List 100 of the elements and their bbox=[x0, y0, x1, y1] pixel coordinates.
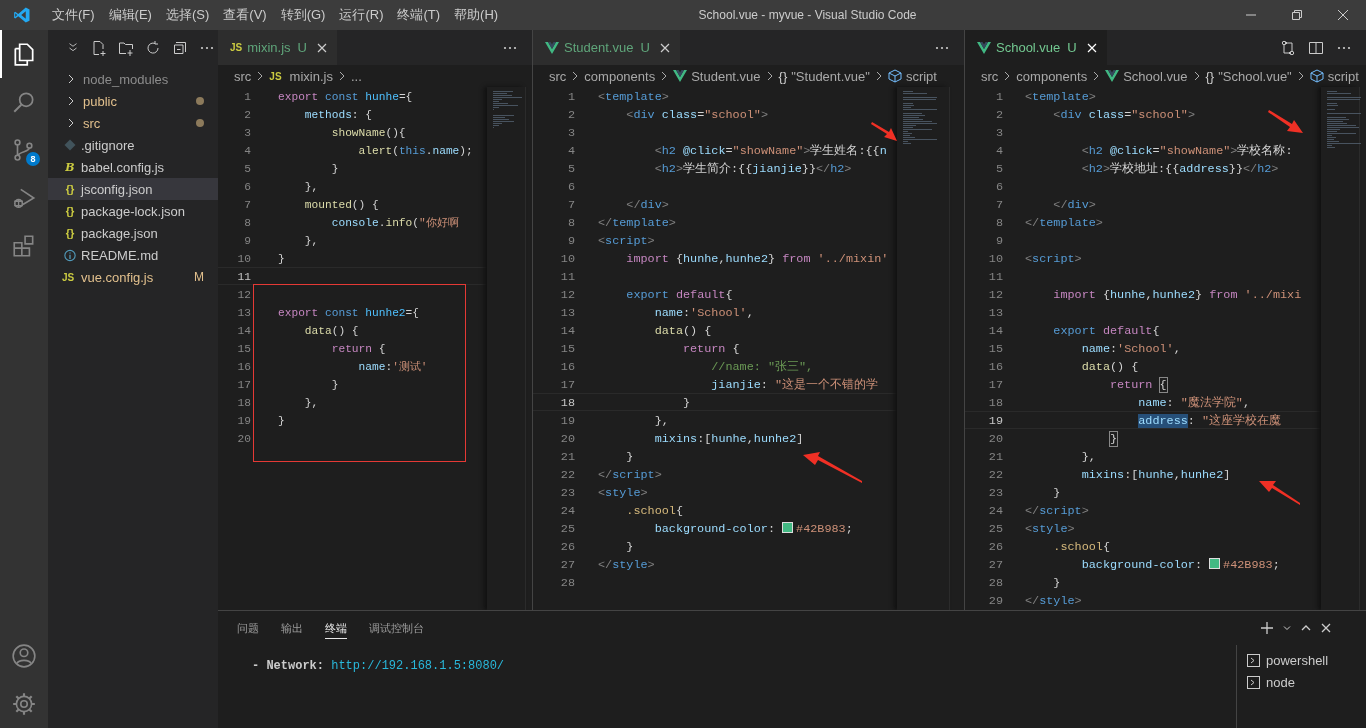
explorer-item[interactable]: src bbox=[48, 112, 218, 134]
line-number: 8 bbox=[566, 215, 575, 230]
code-line: mounted() { bbox=[303, 198, 379, 212]
terminal-link[interactable]: http://192.168.1.5:8080/ bbox=[331, 659, 505, 673]
line-number: 11 bbox=[236, 270, 251, 284]
line-number: 23 bbox=[987, 485, 1003, 500]
code-line: } bbox=[278, 252, 285, 266]
code-line: background-color: #42B983; bbox=[1080, 557, 1280, 572]
explorer-item[interactable]: public bbox=[48, 90, 218, 112]
modified-dot bbox=[196, 119, 204, 127]
close-icon[interactable] bbox=[659, 42, 670, 53]
explorer-item[interactable]: JS vue.config.js M bbox=[48, 266, 218, 288]
close-icon[interactable] bbox=[316, 42, 327, 53]
add-terminal-icon[interactable] bbox=[1260, 621, 1274, 635]
panel-tab[interactable]: 问题 bbox=[237, 621, 259, 638]
restore-icon[interactable] bbox=[1291, 9, 1303, 21]
breadcrumb-item[interactable]: src bbox=[549, 68, 567, 84]
terminal-item[interactable]: node bbox=[1247, 671, 1366, 693]
line-number: 15 bbox=[559, 341, 575, 356]
line-number: 11 bbox=[987, 269, 1003, 284]
code-line: jianjie: "这是一个不错的学 bbox=[710, 377, 879, 392]
menu-item[interactable]: 帮助(H) bbox=[447, 6, 506, 24]
code-line: } bbox=[278, 414, 285, 428]
close-icon[interactable] bbox=[1337, 9, 1349, 21]
terminal-icon bbox=[1247, 653, 1260, 667]
panel-tab[interactable]: 调试控制台 bbox=[369, 621, 424, 638]
split-editor-icon[interactable] bbox=[1308, 39, 1324, 56]
code-line: export default{ bbox=[625, 287, 733, 302]
line-number: 9 bbox=[243, 234, 251, 248]
line-number: 10 bbox=[236, 252, 251, 266]
collapse-all-icon[interactable] bbox=[172, 39, 188, 56]
line-number: 17 bbox=[236, 378, 251, 392]
notification-badge: 8 bbox=[26, 152, 40, 166]
code-line: console.info("你好啊 bbox=[330, 216, 459, 230]
menu-item[interactable]: 转到(G) bbox=[273, 6, 333, 24]
breadcrumb-item[interactable]: ... bbox=[350, 68, 362, 84]
annotation-arrow bbox=[871, 122, 897, 141]
breadcrumb-item[interactable]: JS mixin.js bbox=[269, 68, 333, 84]
line-number: 19 bbox=[236, 414, 251, 428]
code-line: <style> bbox=[598, 485, 648, 500]
breadcrumb-item[interactable]: Student.vue bbox=[673, 68, 761, 84]
breadcrumb-item[interactable]: {} "School.vue" bbox=[1205, 68, 1292, 84]
git-status-label: M bbox=[194, 270, 204, 284]
code-line: </div> bbox=[625, 197, 669, 212]
refresh-icon[interactable] bbox=[145, 39, 161, 56]
line-number: 4 bbox=[243, 144, 251, 158]
breadcrumb-item[interactable]: School.vue bbox=[1105, 68, 1188, 84]
line-number: 13 bbox=[236, 306, 251, 320]
menu-item[interactable]: 查看(V) bbox=[216, 6, 274, 24]
line-number: 26 bbox=[987, 539, 1003, 554]
breadcrumb-item[interactable]: script bbox=[887, 68, 937, 84]
editor-tab[interactable]: Student.vue U bbox=[533, 30, 680, 65]
code-line: data() { bbox=[653, 323, 712, 338]
explorer-item[interactable]: .gitignore bbox=[48, 134, 218, 156]
new-folder-icon[interactable] bbox=[118, 39, 134, 56]
line-number: 1 bbox=[243, 90, 251, 104]
code-line: name: "魔法学院", bbox=[1137, 395, 1251, 410]
line-number: 12 bbox=[559, 287, 575, 302]
compare-changes-icon[interactable] bbox=[1280, 39, 1296, 56]
breadcrumb-item[interactable]: components bbox=[584, 68, 656, 84]
line-number: 24 bbox=[987, 503, 1003, 518]
panel-tab[interactable]: 输出 bbox=[281, 621, 303, 638]
line-number: 15 bbox=[236, 342, 251, 356]
menu-item[interactable]: 编辑(E) bbox=[101, 6, 159, 24]
close-panel-icon[interactable] bbox=[1320, 622, 1332, 634]
code-line: <div class="school"> bbox=[625, 107, 768, 122]
dropdown-caret-icon[interactable] bbox=[1282, 623, 1292, 633]
breadcrumb-item[interactable]: script bbox=[1309, 68, 1359, 84]
line-number: 28 bbox=[987, 575, 1003, 590]
menu-item[interactable]: 选择(S) bbox=[158, 6, 217, 24]
terminal-item[interactable]: powershell bbox=[1247, 649, 1366, 671]
files-icon[interactable] bbox=[11, 41, 37, 67]
new-file-icon[interactable] bbox=[91, 39, 107, 56]
explorer-item[interactable]: node_modules bbox=[48, 68, 218, 90]
line-number: 28 bbox=[559, 575, 575, 590]
breadcrumb-item[interactable]: {} "Student.vue" bbox=[778, 68, 870, 84]
explorer-item[interactable]: {} jsconfig.json bbox=[48, 178, 218, 200]
menu-item[interactable]: 运行(R) bbox=[332, 6, 391, 24]
code-line: } bbox=[1108, 431, 1118, 446]
code-line: name:'School', bbox=[1080, 341, 1181, 356]
menu-item[interactable]: 终端(T) bbox=[390, 6, 448, 24]
terminal-icon bbox=[1247, 675, 1260, 689]
code-line: }, bbox=[303, 396, 319, 410]
explorer-item[interactable]: {} package-lock.json bbox=[48, 200, 218, 222]
breadcrumb-item[interactable]: src bbox=[981, 68, 999, 84]
explorer-item[interactable]: README.md bbox=[48, 244, 218, 266]
code-line: data() { bbox=[1080, 359, 1139, 374]
menu-item[interactable]: 文件(F) bbox=[45, 6, 102, 24]
explorer-item[interactable]: {} package.json bbox=[48, 222, 218, 244]
code-line: </style> bbox=[1025, 593, 1082, 608]
editor-tab[interactable]: School.vue U bbox=[965, 30, 1107, 65]
editor-tab[interactable]: JS mixin.js U bbox=[218, 30, 337, 65]
explorer-item[interactable]: B babel.config.js bbox=[48, 156, 218, 178]
account-icon[interactable] bbox=[11, 643, 37, 669]
line-number: 19 bbox=[559, 413, 575, 428]
code-line: return { bbox=[681, 341, 740, 356]
breadcrumb-item[interactable]: src bbox=[234, 68, 252, 84]
panel-tab[interactable]: 终端 bbox=[325, 621, 347, 639]
breadcrumb-item[interactable]: components bbox=[1016, 68, 1088, 84]
settings-icon[interactable] bbox=[11, 691, 37, 717]
